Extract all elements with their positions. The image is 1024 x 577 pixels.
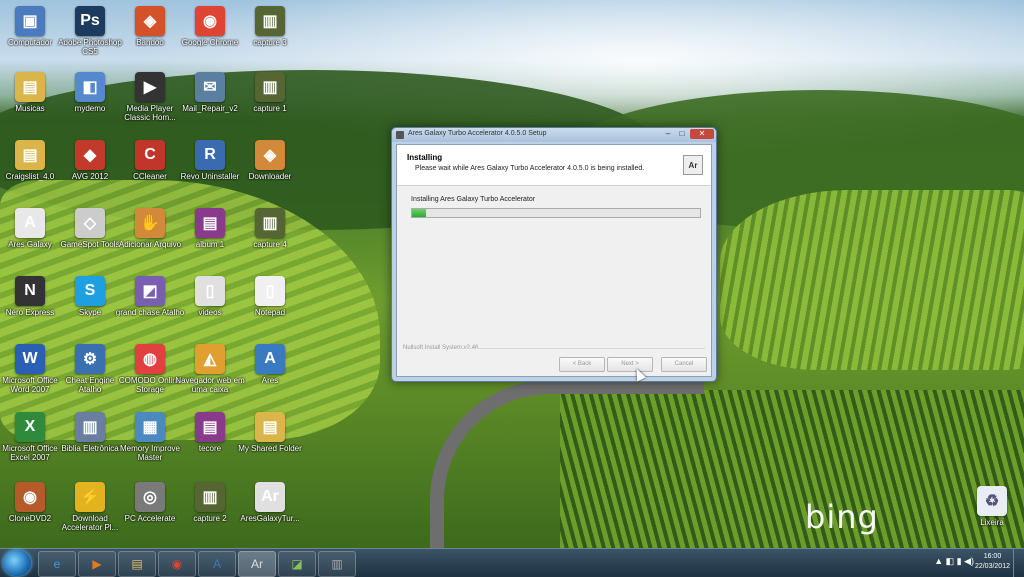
chrome-icon[interactable]: ◉ — [158, 551, 196, 577]
setup-dialog: Ares Galaxy Turbo Accelerator 4.0.5.0 Se… — [391, 127, 717, 382]
dap-icon: ⚡ — [75, 482, 105, 512]
dialog-header: Installing Please wait while Ares Galaxy… — [397, 145, 711, 186]
winrar-icon: ▤ — [195, 208, 225, 238]
desktop-icon[interactable]: Ar AresGalaxyTur... — [234, 482, 306, 523]
desktop: bing ▣ Computador ▤ Musicas ▤ Craigslist_4.0 A… — [0, 0, 1024, 548]
clonedvd-icon: ◉ — [15, 482, 45, 512]
ares-setup-icon[interactable]: Ar — [238, 551, 276, 577]
winrar-icon: ▤ — [195, 412, 225, 442]
clock[interactable]: 16:00 22/03/2012 — [975, 552, 1010, 572]
fox-icon: ◈ — [135, 6, 165, 36]
pc-accelerate-icon: ◎ — [135, 482, 165, 512]
cheat-engine-icon: ⚙ — [75, 344, 105, 374]
game-icon: ◩ — [135, 276, 165, 306]
desktop-icon[interactable]: ▥ capture 4 — [234, 208, 306, 249]
video-icon: ▥ — [255, 72, 285, 102]
back-button[interactable]: < Back — [559, 357, 605, 372]
app-icon: ◇ — [75, 208, 105, 238]
nero-icon: N — [15, 276, 45, 306]
computer-icon: ▣ — [15, 6, 45, 36]
app-icon: ✉ — [195, 72, 225, 102]
taskbar: e ▶ ▤ ◉ A Ar ◪ ▥ ▲ ◧ ▮ ◀) 16:00 22/03/2012 — [0, 548, 1024, 577]
camtasia-icon[interactable]: ◪ — [278, 551, 316, 577]
desktop-icon-label: Notepad — [254, 308, 286, 317]
chrome-icon: ◉ — [195, 6, 225, 36]
recycle-bin[interactable]: ♻ Lixeira — [956, 486, 1024, 527]
clock-date: 22/03/2012 — [974, 563, 1010, 570]
app-icon: ✋ — [135, 208, 165, 238]
desktop-icon-label: AresGalaxyTur... — [240, 514, 300, 523]
desktop-icon[interactable]: ▥ capture 1 — [234, 72, 306, 113]
header-title: Installing — [407, 153, 443, 162]
desktop-icon-label: Ares — [261, 376, 279, 385]
video-icon: ▥ — [255, 6, 285, 36]
show-desktop-button[interactable] — [1013, 549, 1024, 577]
app-icon: ◧ — [75, 72, 105, 102]
desktop-icon-label: capture 4 — [253, 240, 287, 249]
header-subtitle: Please wait while Ares Galaxy Turbo Acce… — [415, 165, 645, 172]
comodo-icon: ◍ — [135, 344, 165, 374]
next-button[interactable]: Next > — [607, 357, 653, 372]
dialog-titlebar[interactable]: Ares Galaxy Turbo Accelerator 4.0.5.0 Se… — [392, 128, 716, 142]
document-icon: ▯ — [255, 276, 285, 306]
app-icon: ◈ — [255, 140, 285, 170]
close-button[interactable]: ✕ — [690, 129, 714, 139]
desktop-icon-label: capture 3 — [253, 38, 287, 47]
photoshop-icon: Ps — [75, 6, 105, 36]
wallpaper-field — [720, 190, 1024, 370]
wallpaper-road — [430, 380, 704, 548]
desktop-icon-label: capture 1 — [253, 104, 287, 113]
clock-time: 16:00 — [983, 553, 1002, 560]
desktop-icon-label: Downloader — [248, 172, 292, 181]
progress-fill — [412, 209, 427, 217]
folder-icon: ▤ — [15, 140, 45, 170]
book-icon: ▥ — [75, 412, 105, 442]
excel-icon: X — [15, 412, 45, 442]
avg-icon: ◆ — [75, 140, 105, 170]
folder-icon: ▤ — [255, 412, 285, 442]
explorer-icon[interactable]: ▤ — [118, 551, 156, 577]
desktop-icon[interactable]: ◈ Downloader — [234, 140, 306, 181]
system-tray[interactable]: ▲ ◧ ▮ ◀) — [934, 556, 974, 567]
folder-icon: ▤ — [15, 72, 45, 102]
desktop-icon-label: Lixeira — [980, 518, 1004, 527]
dialog-client: Installing Please wait while Ares Galaxy… — [396, 144, 712, 377]
media-player-icon: ▶ — [135, 72, 165, 102]
install-progress-bar — [411, 208, 701, 218]
start-button[interactable] — [3, 550, 31, 576]
desktop-icon[interactable]: ▤ My Shared Folder — [234, 412, 306, 453]
cancel-button[interactable]: Cancel — [661, 357, 707, 372]
desktop-icon[interactable]: ▥ capture 3 — [234, 6, 306, 47]
ie-icon[interactable]: e — [38, 551, 76, 577]
video-icon: ▥ — [255, 208, 285, 238]
pizza-icon: ◭ — [195, 344, 225, 374]
media-player-icon[interactable]: ▶ — [78, 551, 116, 577]
document-icon: ▯ — [195, 276, 225, 306]
ares-icon: A — [15, 208, 45, 238]
skype-icon: S — [75, 276, 105, 306]
minimize-button[interactable]: – — [662, 129, 674, 139]
ares-logo-icon: Ar — [683, 155, 703, 175]
recycle-bin-icon: ♻ — [977, 486, 1007, 516]
divider — [457, 348, 705, 349]
memory-icon: ▦ — [135, 412, 165, 442]
word-icon: W — [15, 344, 45, 374]
dialog-title: Ares Galaxy Turbo Accelerator 4.0.5.0 Se… — [408, 130, 547, 137]
video-icon: ▥ — [195, 482, 225, 512]
ares-icon: A — [255, 344, 285, 374]
video-icon[interactable]: ▥ — [318, 551, 356, 577]
dialog-body: Installing Ares Galaxy Turbo Accelerator — [397, 186, 711, 346]
desktop-icon[interactable]: A Ares — [234, 344, 306, 385]
install-status-text: Installing Ares Galaxy Turbo Accelerator — [411, 196, 536, 203]
bing-logo: bing — [805, 498, 879, 536]
desktop-icon-label: My Shared Folder — [238, 444, 302, 453]
maximize-button[interactable]: □ — [676, 129, 688, 139]
ares-icon[interactable]: A — [198, 551, 236, 577]
desktop-icon[interactable]: ▯ Notepad — [234, 276, 306, 317]
app-icon — [396, 131, 404, 139]
revo-icon: R — [195, 140, 225, 170]
ccleaner-icon: C — [135, 140, 165, 170]
ares-setup-icon: Ar — [255, 482, 285, 512]
